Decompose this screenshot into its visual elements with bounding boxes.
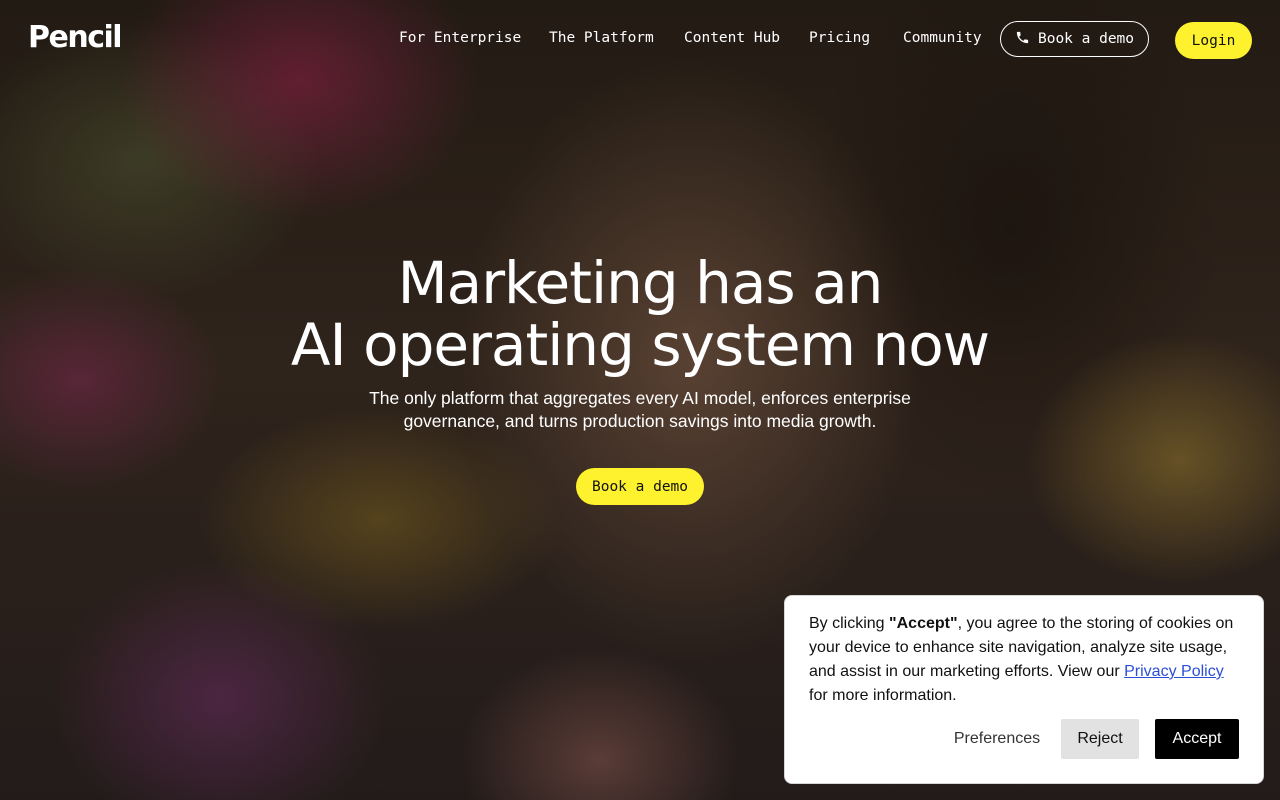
book-demo-hero-button[interactable]: Book a demo	[576, 468, 704, 505]
phone-icon	[1015, 30, 1030, 49]
cookie-text-after: for more information.	[809, 687, 957, 704]
nav-link-pricing[interactable]: Pricing	[809, 30, 870, 46]
privacy-policy-link[interactable]: Privacy Policy	[1124, 663, 1224, 680]
hero-title-line-1: Marketing has an	[397, 249, 884, 317]
hero-subtitle-line-2: governance, and turns production savings…	[403, 411, 877, 431]
login-button[interactable]: Login	[1175, 22, 1252, 59]
hero-subtitle: The only platform that aggregates every …	[340, 387, 940, 433]
cookie-text-accept-emphasis: "Accept"	[889, 615, 958, 632]
cookie-preferences-button[interactable]: Preferences	[945, 719, 1049, 759]
pencil-logo[interactable]: Pencil	[28, 20, 123, 55]
nav-link-content-hub[interactable]: Content Hub	[684, 30, 780, 46]
nav-link-community[interactable]: Community	[903, 30, 982, 46]
cookie-reject-button[interactable]: Reject	[1061, 719, 1139, 759]
hero-title: Marketing has an AI operating system now	[0, 252, 1280, 376]
cookie-message: By clicking "Accept", you agree to the s…	[809, 612, 1245, 708]
book-demo-nav-label: Book a demo	[1037, 31, 1135, 47]
book-demo-nav-button[interactable]: Book a demo	[1000, 21, 1149, 57]
hero-title-line-2: AI operating system now	[290, 311, 990, 379]
nav-link-the-platform[interactable]: The Platform	[549, 30, 654, 46]
cookie-accept-button[interactable]: Accept	[1155, 719, 1239, 759]
nav-link-for-enterprise[interactable]: For Enterprise	[399, 30, 521, 46]
cookie-consent-banner: By clicking "Accept", you agree to the s…	[784, 595, 1264, 784]
cookie-text-before: By clicking	[809, 615, 890, 632]
top-navigation: Pencil For Enterprise The Platform Conte…	[0, 0, 1280, 80]
hero-subtitle-line-1: The only platform that aggregates every …	[369, 388, 911, 408]
